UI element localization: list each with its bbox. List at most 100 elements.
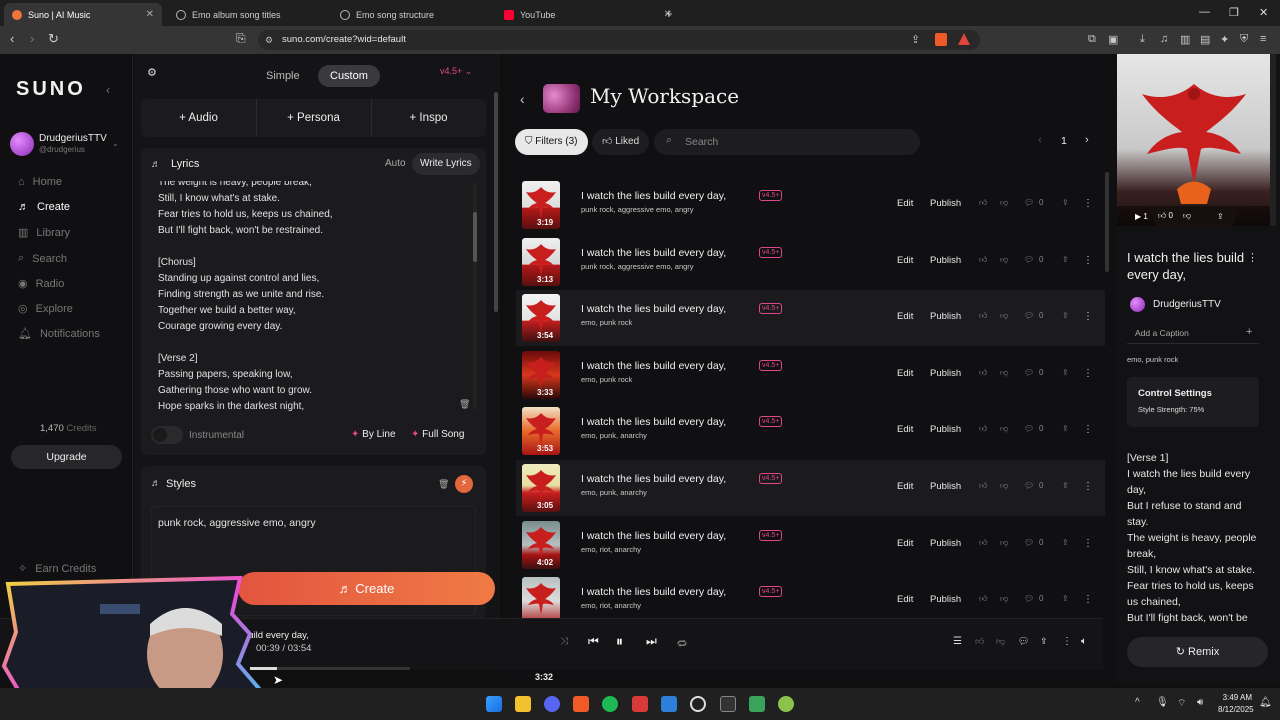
spotify-icon[interactable] [602, 696, 618, 712]
tab-suno[interactable]: Suno | AI Music ✕ [4, 3, 162, 26]
site-info-icon[interactable]: ⚙ [265, 30, 273, 50]
edit-button[interactable]: Edit [897, 198, 913, 209]
music-icon[interactable]: ♫ [1160, 33, 1168, 45]
publish-button[interactable]: Publish [930, 311, 961, 322]
obs-icon[interactable] [690, 696, 706, 712]
comment-icon[interactable]: 💬︎ [1024, 198, 1034, 207]
song-row[interactable]: 3:05 I watch the lies build every day, v… [516, 460, 1105, 516]
edit-button[interactable]: Edit [897, 538, 913, 549]
publish-button[interactable]: Publish [930, 368, 961, 379]
screenshot-icon[interactable]: ▣ [1108, 33, 1118, 46]
scrollbar-thumb[interactable] [473, 212, 477, 262]
full-song-button[interactable]: ✦ Full Song [411, 429, 464, 440]
more-options-icon[interactable]: ⋮ [1083, 368, 1093, 379]
add-caption-field[interactable]: Add a Caption + [1127, 324, 1259, 344]
auto-lyrics-button[interactable]: Auto [385, 158, 406, 169]
pause-icon[interactable]: ⏸︎ [616, 633, 623, 650]
song-title[interactable]: I watch the lies build every day, [581, 190, 726, 202]
share-icon[interactable]: ⇪ [1062, 424, 1069, 433]
simple-mode-button[interactable]: Simple [254, 65, 312, 87]
by-line-button[interactable]: ✦ By Line [351, 429, 396, 440]
thumbs-down-icon[interactable]: 👎︎ [1000, 594, 1008, 604]
control-settings-card[interactable]: Control Settings Style Strength: 75% [1127, 377, 1259, 427]
edit-button[interactable]: Edit [897, 594, 913, 605]
song-genre[interactable]: emo, punk, anarchy [581, 488, 647, 497]
restore-icon[interactable]: ❐ [1229, 6, 1239, 19]
song-title[interactable]: I watch the lies build every day, [581, 247, 726, 259]
share-icon[interactable]: ⇪ [1040, 636, 1048, 647]
thumbs-up-icon[interactable]: 👍︎ [979, 311, 987, 321]
song-thumbnail[interactable]: 3:05 [522, 464, 560, 512]
thumbs-down-icon[interactable]: 👎︎ [1000, 481, 1008, 491]
share-icon[interactable]: ⇪ [1062, 311, 1069, 320]
song-title[interactable]: I watch the lies build every day, [581, 530, 726, 542]
system-clock[interactable]: 3:49 AM 8/12/2025 [1218, 692, 1254, 716]
thumbs-down-icon[interactable]: 👎︎ [1000, 255, 1008, 265]
song-genre[interactable]: emo, punk, anarchy [581, 431, 647, 440]
song-thumbnail[interactable]: 3:33 [522, 351, 560, 399]
brave-shield-icon[interactable] [935, 33, 947, 46]
edit-button[interactable]: Edit [897, 481, 913, 492]
song-row[interactable]: 3:54 I watch the lies build every day, v… [516, 290, 1105, 346]
more-options-icon[interactable]: ⋮ [1083, 424, 1093, 435]
more-options-icon[interactable]: ⋮ [1083, 481, 1093, 492]
vpn-icon[interactable]: ⛨ [1240, 33, 1248, 46]
share-icon[interactable]: ⇪ [1062, 255, 1069, 264]
downloads-icon[interactable]: ⤓ [1140, 33, 1145, 46]
song-genre[interactable]: emo, riot, anarchy [581, 601, 641, 610]
thumbs-down-icon[interactable]: 👎︎ [1000, 424, 1008, 434]
thumbs-up-icon[interactable]: 👍︎ [979, 594, 987, 604]
edit-button[interactable]: Edit [897, 255, 913, 266]
next-page-icon[interactable]: › [1085, 134, 1089, 146]
share-icon[interactable]: ⇪ [1062, 594, 1069, 603]
app-icon[interactable] [749, 696, 765, 712]
edit-button[interactable]: Edit [897, 311, 913, 322]
song-genre[interactable]: emo, riot, anarchy [581, 545, 641, 554]
leo-ai-icon[interactable]: ✦ [1220, 33, 1229, 46]
song-thumbnail[interactable]: 4:02 [522, 521, 560, 569]
song-thumbnail[interactable]: 3:54 [522, 294, 560, 342]
publish-button[interactable]: Publish [930, 198, 961, 209]
close-tab-icon[interactable]: ✕ [146, 9, 154, 20]
comment-icon[interactable]: 💬︎ [1024, 311, 1034, 320]
shuffle-icon[interactable]: ⤨ [560, 636, 568, 647]
clear-lyrics-trash-icon[interactable]: 🗑︎ [459, 399, 470, 410]
clear-styles-trash-icon[interactable]: 🗑︎ [438, 479, 449, 490]
brave-browser-icon[interactable] [573, 696, 589, 712]
more-options-icon[interactable]: ⋮ [1062, 636, 1072, 647]
edit-button[interactable]: Edit [897, 368, 913, 379]
avatar[interactable] [10, 132, 34, 156]
tab-emo-structure[interactable]: Emo song structure [332, 3, 492, 26]
thumbs-down-icon[interactable]: 👎︎ [1000, 538, 1008, 548]
detail-scrollbar[interactable] [1270, 54, 1276, 226]
reload-icon[interactable]: ↻ [48, 31, 59, 47]
dislike-icon[interactable]: 👎︎ [1183, 211, 1191, 221]
comment-icon[interactable]: 💬︎ [1024, 481, 1034, 490]
chevron-down-icon[interactable]: ⌄ [112, 139, 119, 148]
app-icon[interactable] [632, 696, 648, 712]
song-genre-tags[interactable]: emo, punk rock [1127, 355, 1178, 364]
queue-icon[interactable]: ☰ [953, 636, 962, 647]
settings-gear-icon[interactable]: ⚙ [147, 66, 157, 79]
publish-button[interactable]: Publish [930, 594, 961, 605]
more-options-icon[interactable]: ⋮ [1083, 594, 1093, 605]
next-track-icon[interactable]: ⏭︎ [646, 634, 657, 649]
share-icon[interactable]: ⇪ [1062, 368, 1069, 377]
back-icon[interactable]: ‹ [520, 91, 525, 107]
notification-center-icon[interactable]: 🔔︎ [1259, 697, 1272, 708]
song-genre[interactable]: punk rock, aggressive emo, angry [581, 262, 694, 271]
song-row[interactable]: 3:53 I watch the lies build every day, v… [516, 403, 1105, 459]
artist-name[interactable]: DrudgeriusTTV [1153, 299, 1221, 310]
sidebar-item-home[interactable]: ⌂ Home [18, 176, 62, 188]
share-icon[interactable]: ⇪ [1062, 198, 1069, 207]
version-selector[interactable]: v4.5+ ⌄ [440, 66, 472, 77]
sidebar-item-radio[interactable]: ◉ Radio [18, 277, 64, 291]
comment-icon[interactable]: 💬︎ [1024, 424, 1034, 433]
previous-track-icon[interactable]: ⏮︎ [588, 634, 599, 649]
bookmark-icon[interactable]: ⎘ [236, 31, 246, 46]
thumbs-down-icon[interactable]: 👎︎ [996, 636, 1005, 647]
url-field[interactable]: ⚙ suno.com/create?wid=default [258, 30, 980, 50]
song-title[interactable]: I watch the lies build every day, [581, 303, 726, 315]
song-row[interactable]: 4:02 I watch the lies build every day, v… [516, 517, 1105, 573]
tab-emo-album[interactable]: Emo album song titles [168, 3, 328, 26]
